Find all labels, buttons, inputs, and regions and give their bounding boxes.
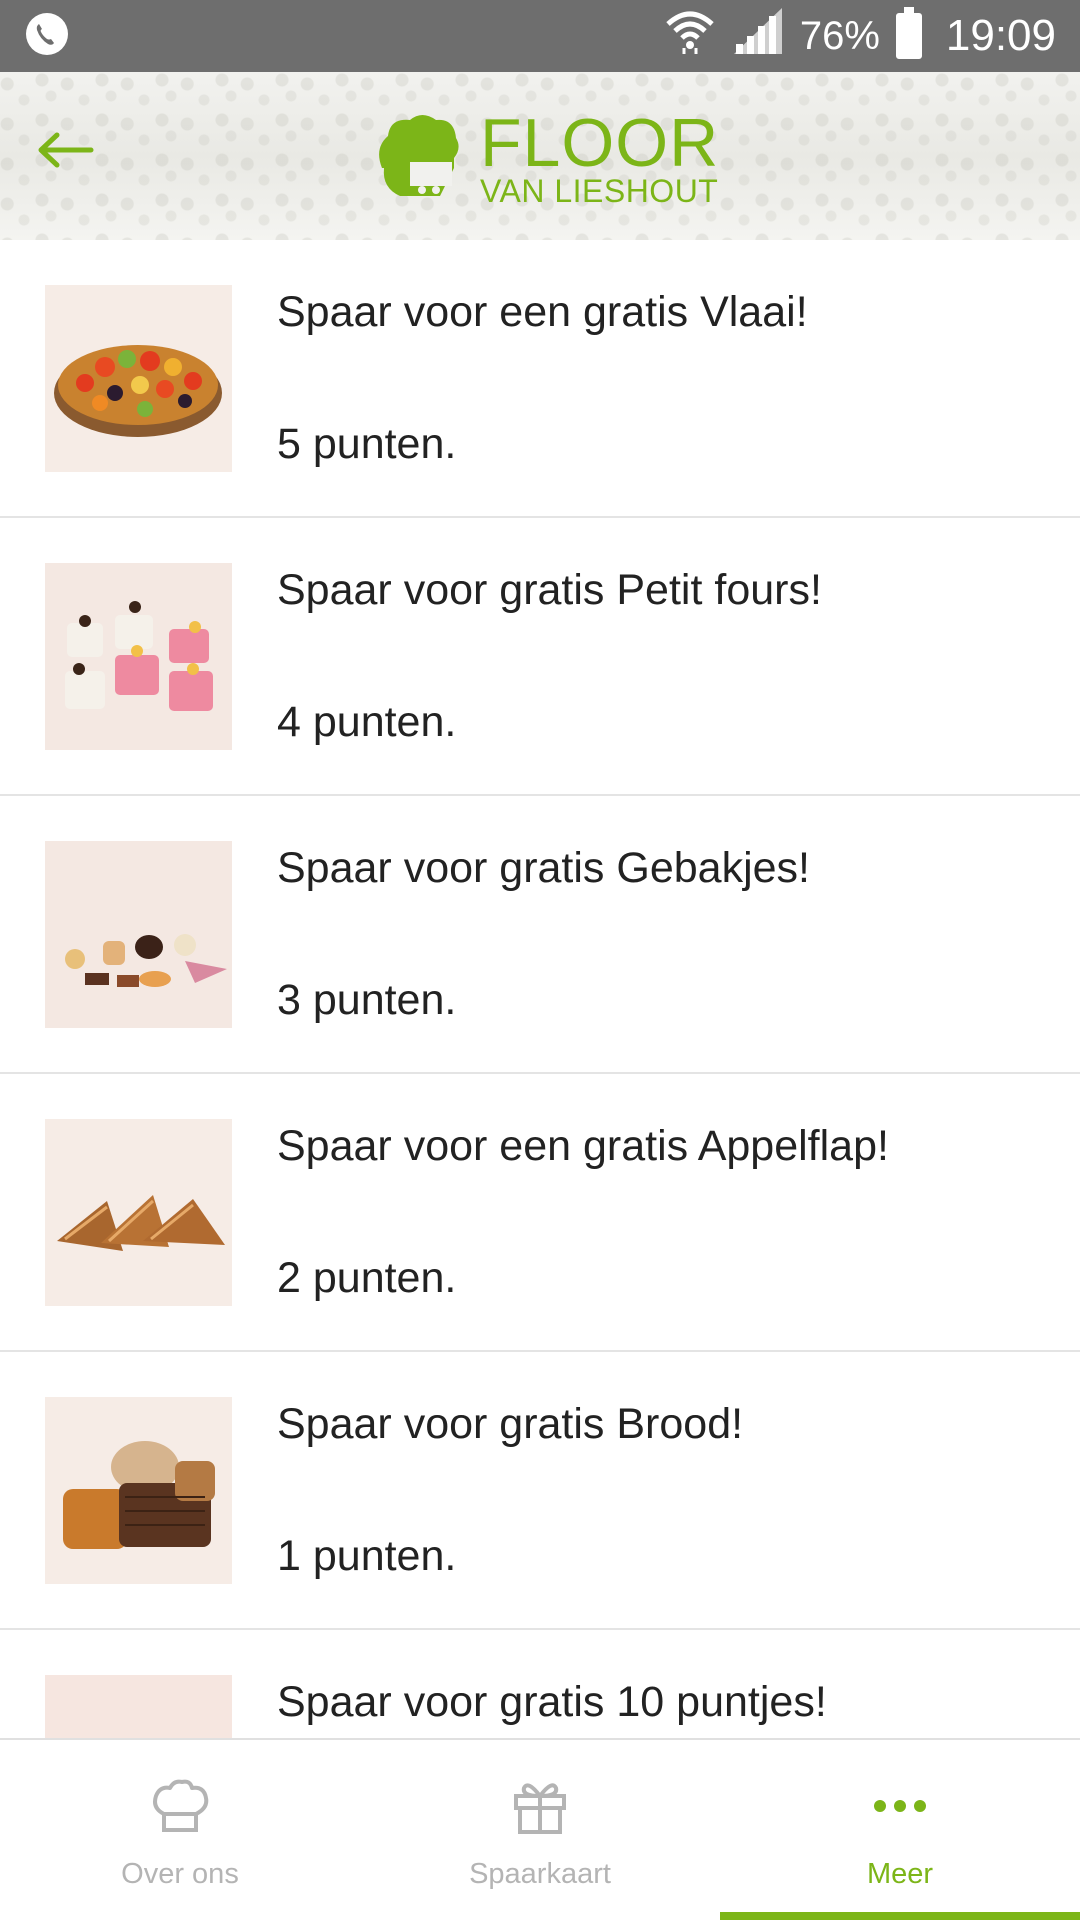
reward-title: Spaar voor een gratis Vlaai! <box>277 288 808 336</box>
more-dots-icon <box>870 1776 930 1836</box>
list-item[interactable]: Spaar voor gratis 10 puntjes! <box>0 1630 1080 1738</box>
reward-title: Spaar voor gratis 10 puntjes! <box>277 1678 827 1726</box>
tab-over-ons[interactable]: Over ons <box>0 1740 360 1920</box>
signal-icon <box>732 8 784 64</box>
tab-label: Meer <box>866 1858 934 1890</box>
pastries-image <box>45 841 232 1028</box>
clock: 19:09 <box>945 11 1056 60</box>
chef-logo-icon <box>370 108 466 209</box>
list-item[interactable]: Spaar voor een gratis Appelflap! 2 punte… <box>0 1074 1080 1352</box>
tab-spaarkaart[interactable]: Spaarkaart <box>360 1740 720 1920</box>
reward-title: Spaar voor een gratis Appelflap! <box>277 1122 889 1170</box>
list-item[interactable]: Spaar voor gratis Gebakjes! 3 punten. <box>0 796 1080 1074</box>
bottom-navigation: Over ons Spaarkaart Meer <box>0 1738 1080 1920</box>
apple-turnover-image <box>45 1119 232 1306</box>
petit-fours-image <box>45 563 232 750</box>
logo-title: FLOOR <box>480 105 720 181</box>
wifi-icon <box>664 8 716 64</box>
list-item[interactable]: Spaar voor gratis Petit fours! 4 punten. <box>0 518 1080 796</box>
call-icon <box>24 11 70 62</box>
battery-percent: 76% <box>799 13 880 58</box>
status-bar: 76% 19:09 <box>0 0 1080 72</box>
reward-list: Spaar voor een gratis Vlaai! 5 punten. S… <box>0 240 1080 1738</box>
gift-icon <box>510 1776 570 1836</box>
reward-points: 1 punten. <box>277 1532 457 1580</box>
back-arrow-icon <box>35 130 95 175</box>
bread-image <box>45 1397 232 1584</box>
fruit-tart-image <box>45 285 232 472</box>
reward-title: Spaar voor gratis Brood! <box>277 1400 744 1448</box>
tab-label: Spaarkaart <box>469 1858 611 1890</box>
reward-title: Spaar voor gratis Petit fours! <box>277 566 822 614</box>
app-header: FLOOR VAN LIESHOUT <box>0 72 1080 240</box>
reward-points: 4 punten. <box>277 698 457 746</box>
list-item[interactable]: Spaar voor gratis Brood! 1 punten. <box>0 1352 1080 1630</box>
reward-points: 3 punten. <box>277 976 457 1024</box>
list-item[interactable]: Spaar voor een gratis Vlaai! 5 punten. <box>0 240 1080 518</box>
back-button[interactable] <box>30 122 100 182</box>
active-tab-indicator <box>720 1912 1080 1920</box>
tab-meer[interactable]: Meer <box>720 1740 1080 1920</box>
reward-title: Spaar voor gratis Gebakjes! <box>277 844 810 892</box>
chef-hat-icon <box>150 1776 210 1836</box>
logo-subtitle: VAN LIESHOUT <box>480 173 719 209</box>
battery-icon <box>895 7 922 59</box>
reward-points: 5 punten. <box>277 420 457 468</box>
rolls-image <box>45 1675 232 1738</box>
brand-logo: FLOOR VAN LIESHOUT <box>370 105 730 209</box>
tab-label: Over ons <box>121 1858 239 1890</box>
reward-points: 2 punten. <box>277 1254 457 1302</box>
